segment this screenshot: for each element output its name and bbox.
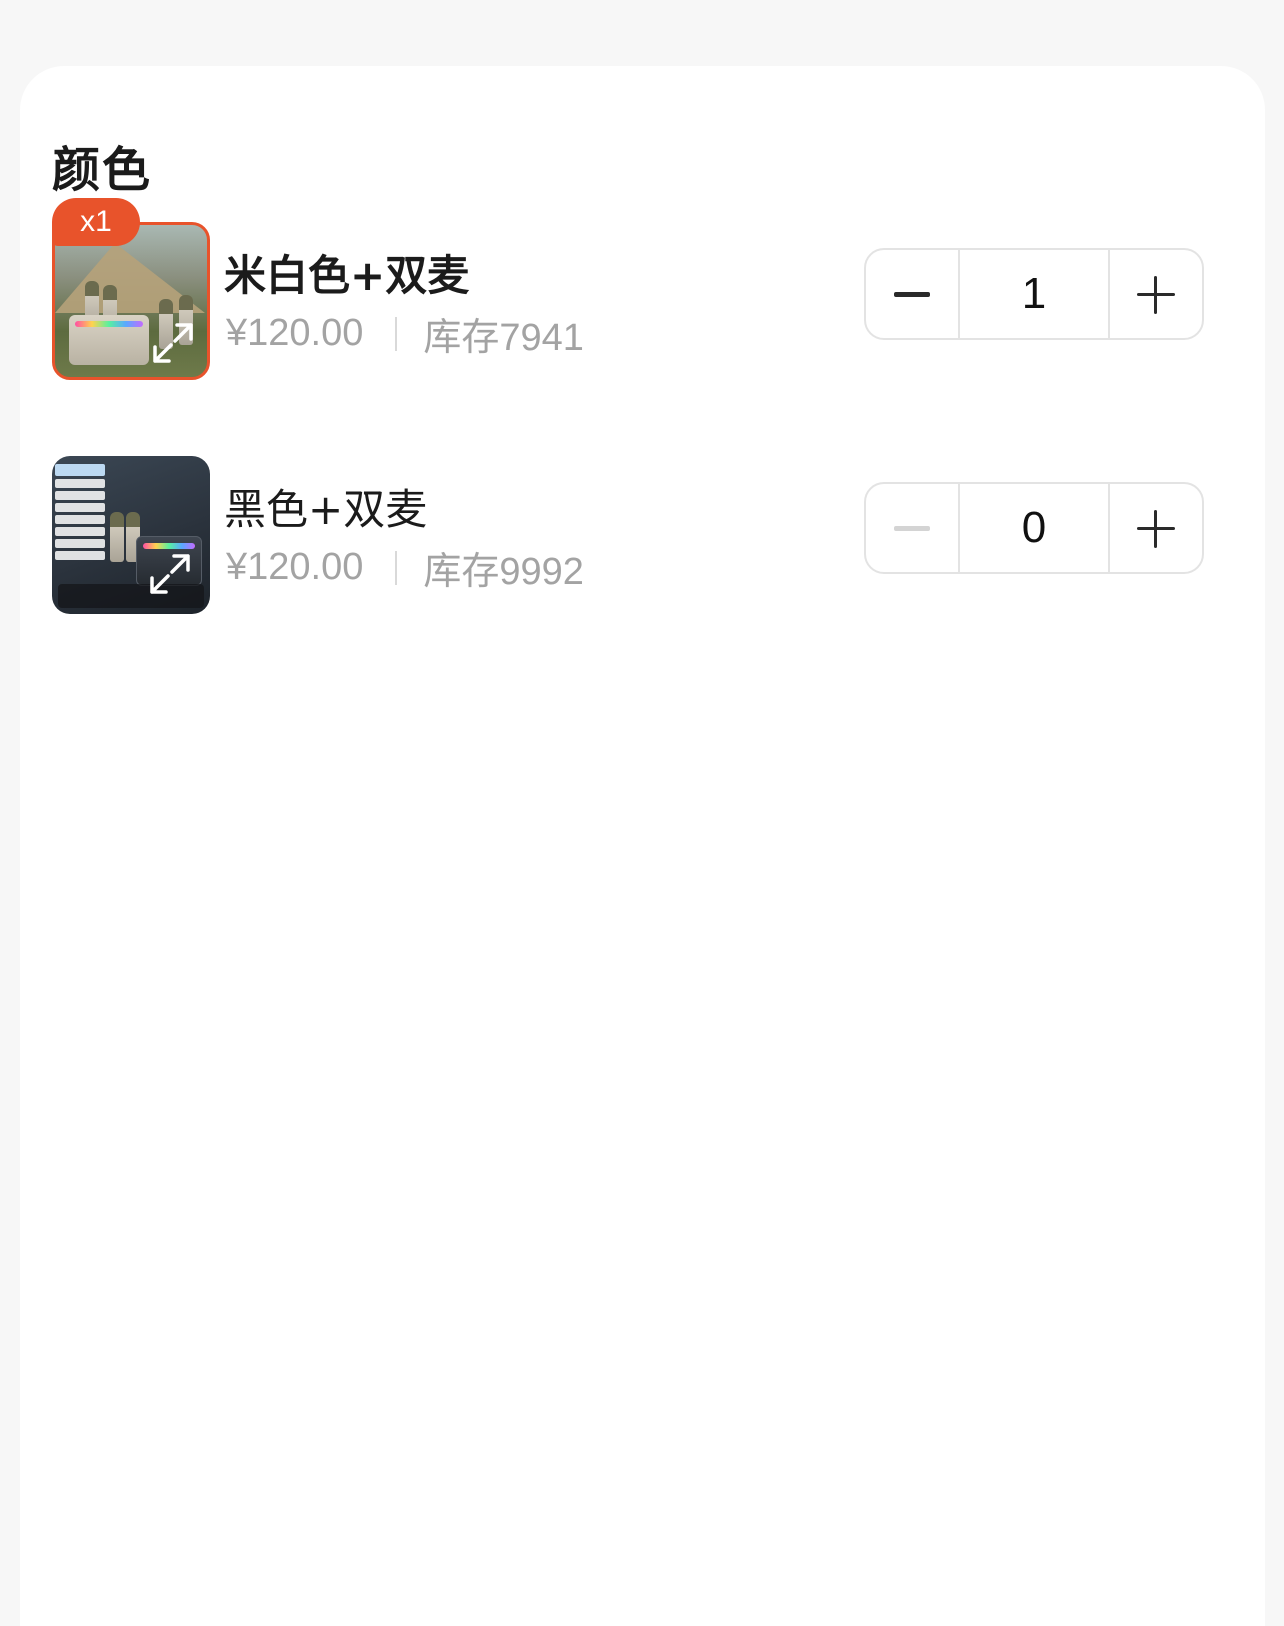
sku-price: ¥120.00 xyxy=(226,546,364,588)
sku-stock: 库存7941 xyxy=(423,317,584,359)
speaker-image xyxy=(69,315,149,365)
quantity-value[interactable]: 1 xyxy=(958,250,1110,338)
expand-icon[interactable] xyxy=(151,321,195,365)
sku-selection-sheet: 颜色 x1 米白色+双麦 ¥120.00 库存7941 1 黑色+双麦 ¥120… xyxy=(20,66,1265,1626)
feature-tags-image xyxy=(55,464,105,574)
quantity-value[interactable]: 0 xyxy=(958,484,1110,572)
sku-price: ¥120.00 xyxy=(226,312,364,354)
decrement-button[interactable] xyxy=(866,250,958,338)
sku-name: 米白色+双麦 xyxy=(224,251,470,300)
minus-icon xyxy=(894,292,930,297)
divider xyxy=(395,316,398,351)
sku-meta: ¥120.00 库存7941 xyxy=(226,306,584,361)
plus-icon xyxy=(1154,276,1157,314)
microphone-image xyxy=(110,512,124,562)
sku-meta: ¥120.00 库存9992 xyxy=(226,540,584,595)
increment-button[interactable] xyxy=(1110,484,1202,572)
section-title: 颜色 xyxy=(52,142,153,198)
light-strip xyxy=(75,321,143,327)
sku-row[interactable]: x1 米白色+双麦 ¥120.00 库存7941 1 xyxy=(20,198,1265,382)
quantity-stepper: 0 xyxy=(864,482,1204,574)
sku-name: 黑色+双麦 xyxy=(224,485,428,534)
decrement-button[interactable] xyxy=(866,484,958,572)
quantity-badge: x1 xyxy=(52,198,140,246)
sku-stock: 库存9992 xyxy=(423,551,584,593)
light-strip xyxy=(143,543,195,549)
quantity-stepper: 1 xyxy=(864,248,1204,340)
expand-icon[interactable] xyxy=(148,552,192,596)
sku-row[interactable]: 黑色+双麦 ¥120.00 库存9992 0 xyxy=(20,456,1265,616)
sku-thumbnail[interactable] xyxy=(52,456,210,614)
minus-icon xyxy=(894,526,930,531)
divider xyxy=(395,550,398,585)
plus-icon xyxy=(1154,510,1157,548)
increment-button[interactable] xyxy=(1110,250,1202,338)
